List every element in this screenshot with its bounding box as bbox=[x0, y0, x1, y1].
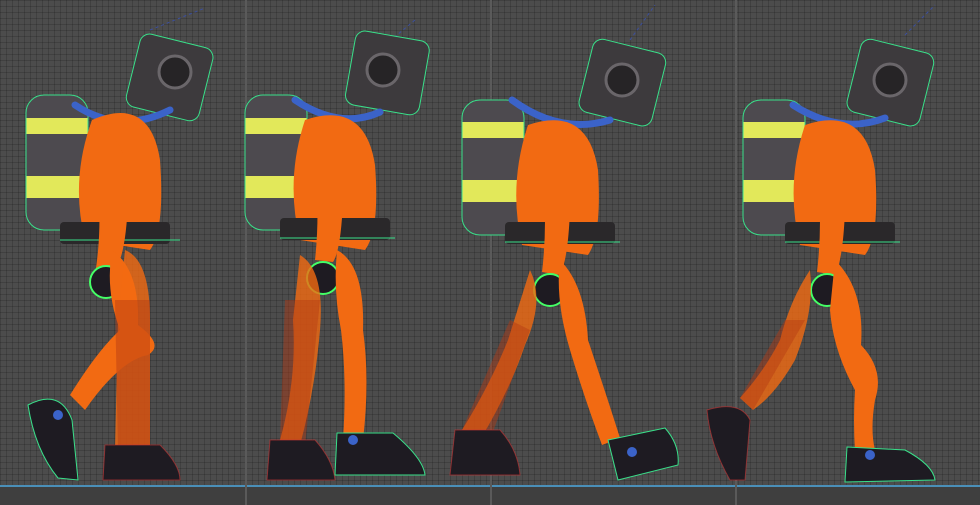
pose-frame-2[interactable] bbox=[244, 0, 490, 505]
pose-frame-4[interactable] bbox=[706, 0, 980, 505]
character-rig-1[interactable] bbox=[0, 0, 245, 505]
pose-frame-3[interactable] bbox=[449, 0, 735, 505]
viewport-3d[interactable] bbox=[0, 0, 980, 505]
character-rig-4[interactable] bbox=[706, 0, 980, 505]
character-rig-2[interactable] bbox=[244, 0, 490, 505]
pose-frame-1[interactable] bbox=[0, 0, 245, 505]
character-rig-3[interactable] bbox=[449, 0, 735, 505]
